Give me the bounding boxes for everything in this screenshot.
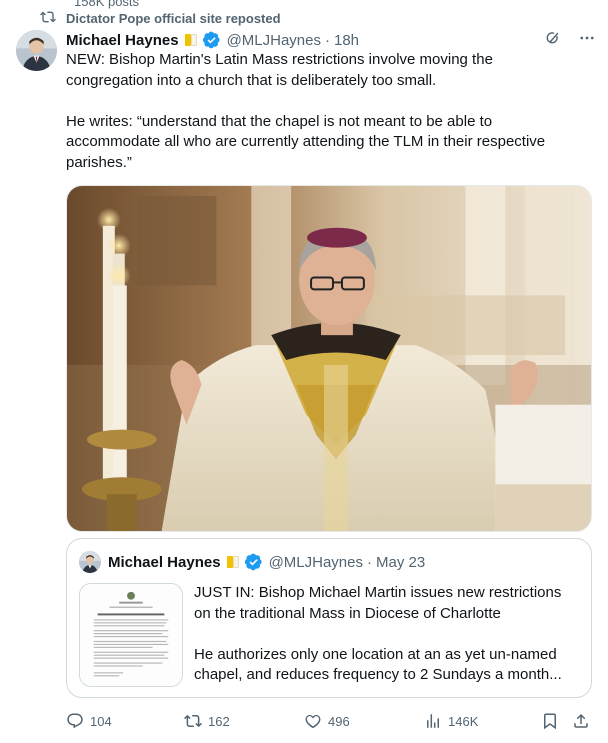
bookmark-icon [544,713,556,730]
verified-badge-icon [202,31,220,49]
author-avatar[interactable] [16,30,57,71]
repost-button[interactable]: 162 [184,712,230,730]
views-button[interactable]: 146K [424,712,478,730]
quoted-tweet-header: Michael Haynes @MLJHaynes · May 23 [108,551,425,573]
repost-icon [40,9,56,28]
share-icon [574,713,588,728]
grok-icon[interactable] [544,29,562,51]
quoted-document-thumbnail[interactable] [79,583,183,687]
tweet-header: Michael Haynes @MLJHaynes · 18h [66,30,596,50]
quoted-text-line: chapel, and reduces frequency to 2 Sunda… [194,666,562,683]
repost-context[interactable]: Dictator Pope official site reposted [40,9,281,28]
repost-count: 162 [208,713,230,729]
more-icon[interactable] [578,29,596,51]
repost-icon [184,714,202,728]
verified-badge-icon [244,553,262,571]
like-button[interactable]: 496 [304,712,350,730]
quoted-text-line: JUST IN: Bishop Michael Martin issues ne… [194,584,562,601]
quoted-tweet-date[interactable]: May 23 [376,554,425,571]
tweet-timestamp[interactable]: 18h [334,32,359,49]
reply-button[interactable]: 104 [66,712,112,730]
tweet-text-line: congregation into a church that is delib… [66,71,437,89]
tweet-text: NEW: Bishop Martin's Latin Mass restrict… [66,50,566,173]
quoted-tweet[interactable]: Michael Haynes @MLJHaynes · May 23 JUST … [66,538,592,698]
vatican-flag-icon [184,33,198,47]
reply-icon [67,713,83,729]
reply-count: 104 [90,713,112,729]
like-count: 496 [328,713,350,729]
share-button[interactable] [572,712,590,730]
heart-icon [305,714,321,729]
author-name[interactable]: Michael Haynes [66,32,179,49]
tweet-text-line: accommodate all who are currently attend… [66,133,546,150]
quoted-author-handle[interactable]: @MLJHaynes [269,554,363,571]
post-count: 158K posts [74,0,140,9]
quoted-tweet-text: JUST IN: Bishop Michael Martin issues ne… [194,583,584,686]
bookmark-button[interactable] [541,712,559,730]
separator-dot: · [325,31,330,49]
separator-dot: · [367,553,372,571]
repost-context-label: Dictator Pope official site reposted [66,11,281,26]
tweet-photo[interactable] [66,185,592,532]
views-chart-icon [427,714,439,728]
header-actions [544,29,596,51]
quoted-author-avatar[interactable] [79,551,101,573]
tweet-action-bar: 104 162 496 146K [66,708,596,736]
quoted-text-line: on the traditional Mass in Diocese of Ch… [194,604,501,622]
quoted-author-name[interactable]: Michael Haynes [108,554,221,571]
vatican-flag-icon [226,555,240,569]
tweet-text-line: NEW: Bishop Martin's Latin Mass restrict… [66,51,493,68]
tweet-text-line: He writes: “understand that the chapel i… [66,112,493,130]
tweet-text-line: parishes.” [66,153,132,171]
views-count: 146K [448,713,479,729]
quoted-text-line: He authorizes only one location at an as… [194,645,557,663]
author-handle[interactable]: @MLJHaynes [227,32,321,49]
